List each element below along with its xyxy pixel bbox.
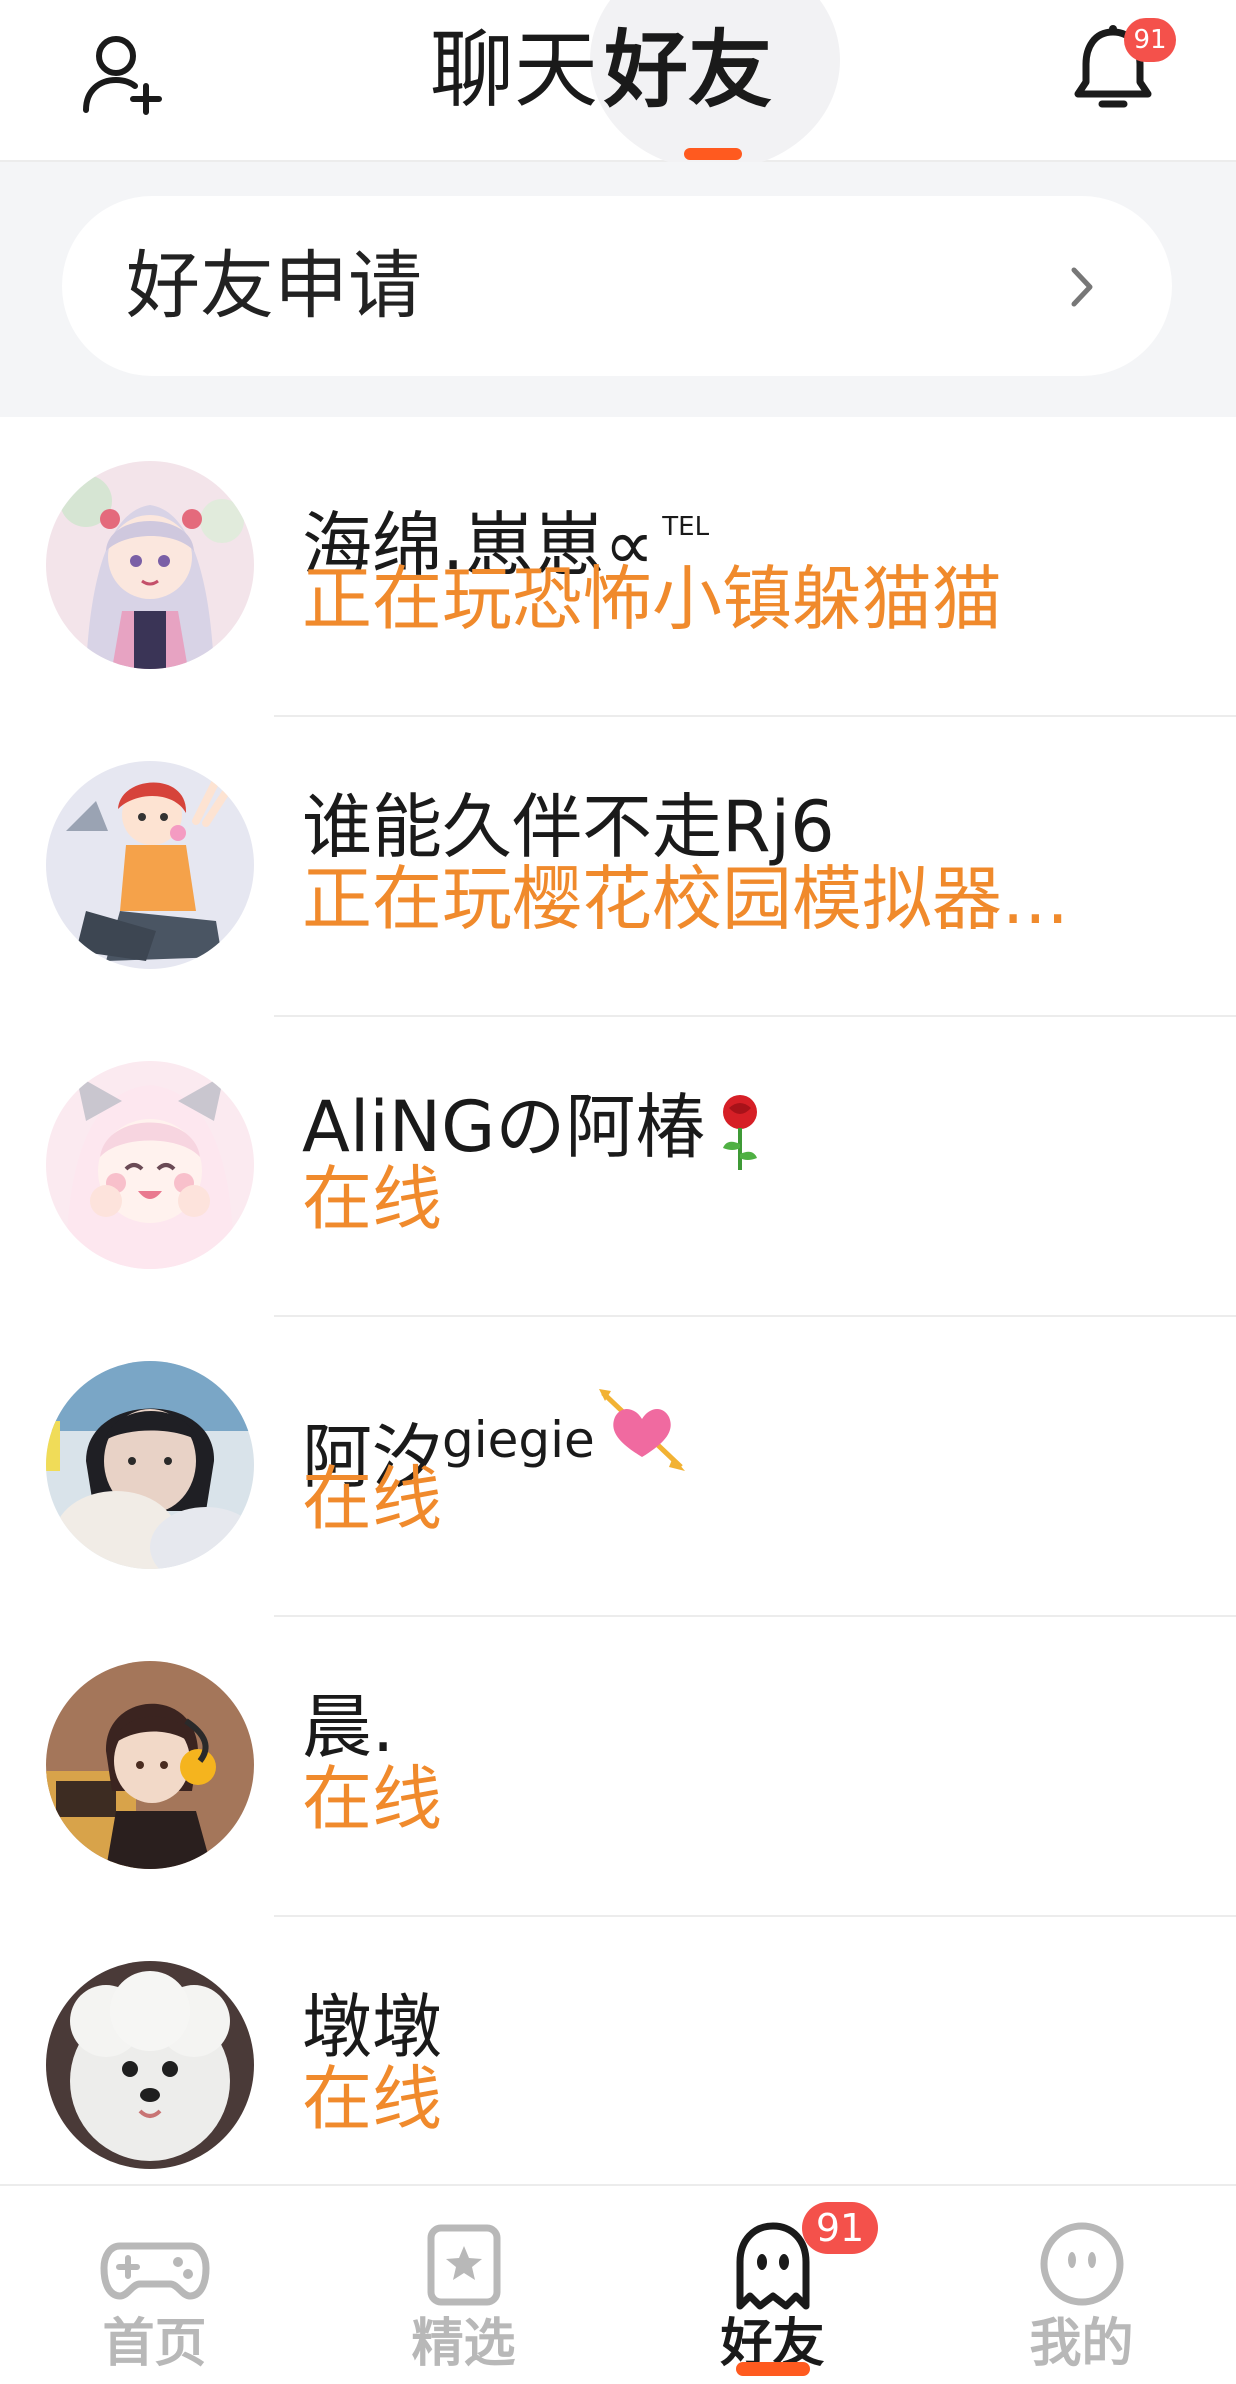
friend-status: 在线 — [302, 2058, 442, 2140]
tab-friends[interactable]: 好友 — [604, 0, 772, 112]
friend-request-section: 好友申请 — [0, 162, 1236, 417]
top-header: 聊天 好友 91 — [0, 0, 1236, 170]
notification-badge: 91 — [1124, 18, 1176, 62]
face-icon — [1040, 2222, 1124, 2306]
nav-label: 精选 — [411, 2314, 516, 2374]
avatar — [46, 1661, 254, 1869]
nav-item-mine[interactable]: 我的 — [927, 2186, 1236, 2384]
nav-active-indicator — [736, 2362, 810, 2376]
friend-name: 墩墩 — [302, 1986, 442, 2068]
rose-emoji — [723, 1094, 758, 1170]
gamepad-icon — [100, 2242, 210, 2300]
avatar — [46, 1361, 254, 1569]
avatar — [46, 461, 254, 669]
nav-badge: 91 — [802, 2202, 878, 2254]
friend-list: 海绵.崽崽∝ TEL 正在玩恐怖小镇躲猫猫 谁能久伴不走Rj6 正在玩樱花校园模拟… — [0, 417, 1236, 2217]
friend-list-item[interactable]: AliNGの阿椿 在线 — [0, 1017, 1236, 1317]
bottom-nav: 首页 精选 91 好友 我的 — [0, 2184, 1236, 2384]
header-tabs: 聊天 好友 — [430, 0, 772, 160]
nav-item-friends[interactable]: 91 好友 — [618, 2186, 927, 2384]
friend-request-label: 好友申请 — [126, 243, 422, 329]
nav-item-home[interactable]: 首页 — [0, 2186, 309, 2384]
chevron-right-icon — [1071, 267, 1093, 307]
tab-chat[interactable]: 聊天 — [430, 0, 598, 112]
friend-status: 在线 — [302, 1758, 442, 1840]
friend-list-item[interactable]: 谁能久伴不走Rj6 正在玩樱花校园模拟器... — [0, 717, 1236, 1017]
friend-list-item[interactable]: 晨. 在线 — [0, 1617, 1236, 1917]
tab-active-indicator — [684, 148, 742, 160]
friend-list-item[interactable]: 墩墩 在线 — [0, 1917, 1236, 2217]
friend-status: 在线 — [302, 1158, 442, 1240]
heart-arrow-emoji — [598, 1389, 685, 1471]
friend-name-suffix: TEL — [662, 512, 710, 542]
friend-status: 正在玩樱花校园模拟器... — [302, 858, 1069, 940]
avatar — [46, 1961, 254, 2169]
friend-name-suffix: giegie — [442, 1411, 595, 1469]
friend-list-item[interactable]: 海绵.崽崽∝ TEL 正在玩恐怖小镇躲猫猫 — [0, 417, 1236, 717]
star-card-icon — [427, 2224, 501, 2306]
nav-label: 首页 — [102, 2314, 207, 2374]
friend-request-button[interactable]: 好友申请 — [62, 196, 1172, 376]
friend-name: 晨. — [302, 1686, 395, 1768]
add-friend-icon[interactable] — [80, 30, 166, 116]
friend-name: 谁能久伴不走Rj6 — [302, 786, 835, 868]
avatar — [46, 761, 254, 969]
nav-item-featured[interactable]: 精选 — [309, 2186, 618, 2384]
nav-label: 我的 — [1029, 2314, 1134, 2374]
avatar — [46, 1061, 254, 1269]
friend-status: 正在玩恐怖小镇躲猫猫 — [302, 558, 1002, 640]
friend-status: 在线 — [302, 1458, 442, 1540]
friend-list-item[interactable]: 阿汐giegie 在线 — [0, 1317, 1236, 1617]
